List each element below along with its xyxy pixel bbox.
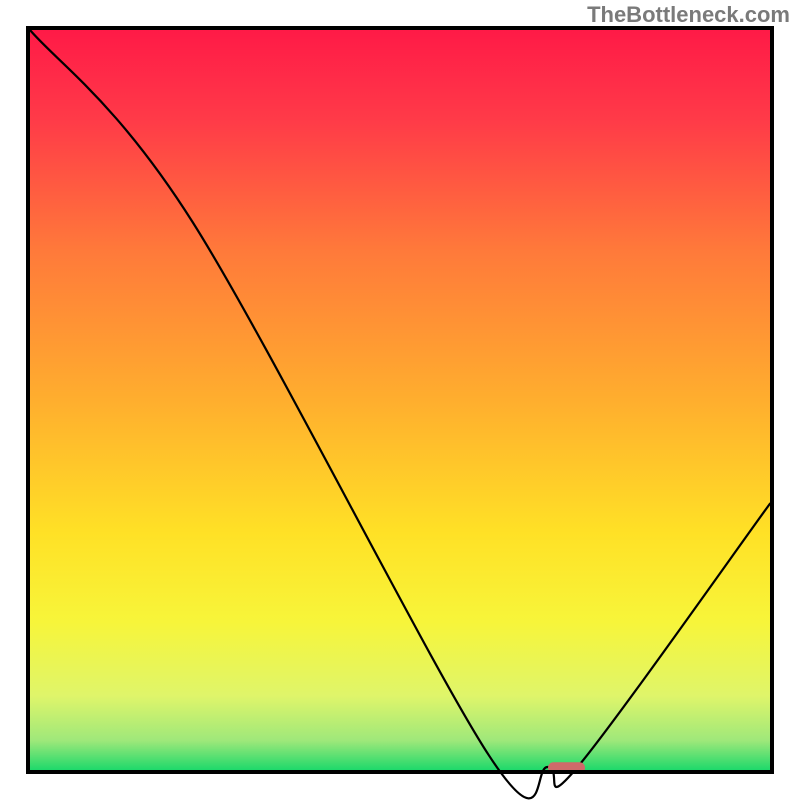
chart-container: TheBottleneck.com — [0, 0, 800, 800]
bottleneck-chart — [0, 0, 800, 800]
watermark-text: TheBottleneck.com — [587, 2, 790, 28]
